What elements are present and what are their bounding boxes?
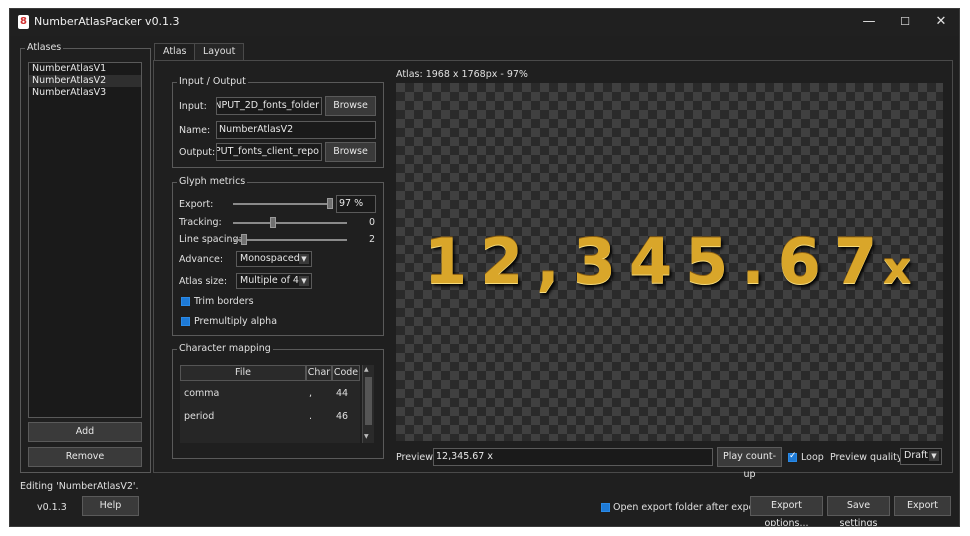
character-mapping-group: Character mapping File Char Code comma ,… [172,343,384,459]
line-spacing-slider-track[interactable] [233,239,347,241]
version-label: v0.1.3 [37,502,67,513]
scroll-up-icon[interactable]: ▲ [364,366,369,373]
input-path-field[interactable]: ef/INPUT_2D_fonts_folder [216,97,322,115]
name-label: Name: [179,125,211,136]
open-export-folder-label: Open export folder after export [613,502,763,513]
save-settings-button[interactable]: Save settings [827,496,890,526]
help-button[interactable]: Help [82,496,139,516]
preview-text-field[interactable]: 12,345.67 x [433,448,713,466]
atlases-group: Atlases NumberAtlasV1 NumberAtlasV2 Numb… [20,42,151,473]
tracking-value: 0 [369,217,376,228]
input-label: Input: [179,101,207,112]
chevron-down-icon: ▼ [299,254,309,264]
chevron-down-icon: ▼ [929,451,939,461]
export-options-button[interactable]: Export options... [750,496,823,526]
tracking-slider-track[interactable] [233,222,347,224]
line-spacing-value: 2 [369,234,376,245]
add-atlas-button[interactable]: Add [28,422,142,442]
close-button[interactable]: ✕ [923,11,959,33]
remove-atlas-button[interactable]: Remove [28,447,142,467]
export-slider-track[interactable] [233,203,333,205]
scroll-down-icon[interactable]: ▼ [364,433,369,440]
loop-label: Loop [801,452,824,463]
export-scale-label: Export: [179,199,214,210]
status-bar: Editing 'NumberAtlasV2'. v0.1.3 Help Ope… [10,478,959,526]
chevron-down-icon: ▼ [299,276,309,286]
character-mapping-group-title: Character mapping [177,343,273,355]
preview-quality-label: Preview quality: [830,452,906,463]
column-header-code[interactable]: Code [332,365,360,381]
atlases-list[interactable]: NumberAtlasV1 NumberAtlasV2 NumberAtlasV… [28,62,142,418]
output-browse-button[interactable]: Browse [325,142,376,162]
tracking-slider-handle[interactable] [269,217,276,228]
app-window: 8 NumberAtlasPacker v0.1.3 — ☐ ✕ Atlases… [9,8,960,527]
window-title: NumberAtlasPacker v0.1.3 [34,15,180,28]
atlas-info-label: Atlas: 1968 x 1768px - 97% [396,69,528,80]
maximize-button[interactable]: ☐ [887,11,923,33]
advance-select[interactable]: Monospaced ▼ [236,251,312,267]
preview-quality-value: Draft [904,450,928,461]
advance-label: Advance: [179,254,224,265]
atlas-size-select[interactable]: Multiple of 4 ▼ [236,273,312,289]
minimize-button[interactable]: — [851,11,887,33]
tracking-label: Tracking: [179,217,222,228]
input-output-group-title: Input / Output [177,76,248,88]
column-header-char[interactable]: Char [306,365,332,381]
preview-number-render: 12,345.67 [424,225,891,298]
tab-atlas[interactable]: Atlas [154,43,196,60]
mapping-cell-code[interactable]: 46 [336,411,348,422]
app-icon: 8 [18,15,29,29]
loop-checkbox[interactable] [788,451,797,462]
trim-borders-label: Trim borders [194,296,254,307]
play-count-up-button[interactable]: Play count-up [717,447,782,480]
export-slider-handle[interactable] [327,198,333,209]
preview-label: Preview: [396,452,436,463]
output-path-field[interactable]: UTPUT_fonts_client_repo [216,143,322,161]
export-button[interactable]: Export [894,496,951,516]
mapping-scrollbar[interactable]: ▲ ▼ [362,365,374,443]
glyph-metrics-group: Glyph metrics Export: 97 % Tracking: 0 L… [172,176,384,336]
open-export-folder-checkbox[interactable] [601,503,610,512]
editing-status-text: Editing 'NumberAtlasV2'. [20,481,139,492]
premultiply-alpha-checkbox[interactable] [181,317,190,326]
atlases-group-title: Atlases [25,42,64,54]
atlas-list-item[interactable]: NumberAtlasV1 [29,63,141,75]
atlas-list-item-selected[interactable]: NumberAtlasV2 [29,75,141,87]
scrollbar-thumb[interactable] [365,377,372,425]
atlas-size-label: Atlas size: [179,276,228,287]
preview-quality-select[interactable]: Draft ▼ [900,448,942,465]
mapping-cell-file[interactable]: period [184,411,214,422]
mapping-cell-code[interactable]: 44 [336,388,348,399]
input-browse-button[interactable]: Browse [325,96,376,116]
input-output-group: Input / Output Input: ef/INPUT_2D_fonts_… [172,76,384,168]
line-spacing-slider-handle[interactable] [241,234,248,245]
column-header-file[interactable]: File [180,365,306,381]
output-label: Output: [179,147,216,158]
premultiply-alpha-label: Premultiply alpha [194,316,278,327]
glyph-metrics-group-title: Glyph metrics [177,176,248,188]
export-scale-field[interactable]: 97 % [336,195,376,213]
mapping-cell-char[interactable]: , [309,388,312,399]
atlas-preview-canvas[interactable]: 12,345.67 x [396,83,943,441]
trim-borders-checkbox[interactable] [181,297,190,306]
preview-suffix-render: x [883,243,912,294]
mapping-cell-file[interactable]: comma [184,388,219,399]
atlas-size-select-value: Multiple of 4 [240,275,299,286]
tab-layout[interactable]: Layout [194,43,245,60]
atlas-list-item[interactable]: NumberAtlasV3 [29,87,141,99]
name-field[interactable]: NumberAtlasV2 [216,121,376,139]
advance-select-value: Monospaced [240,253,300,264]
title-bar: 8 NumberAtlasPacker v0.1.3 — ☐ ✕ [10,9,959,36]
mapping-cell-char[interactable]: . [309,411,312,422]
